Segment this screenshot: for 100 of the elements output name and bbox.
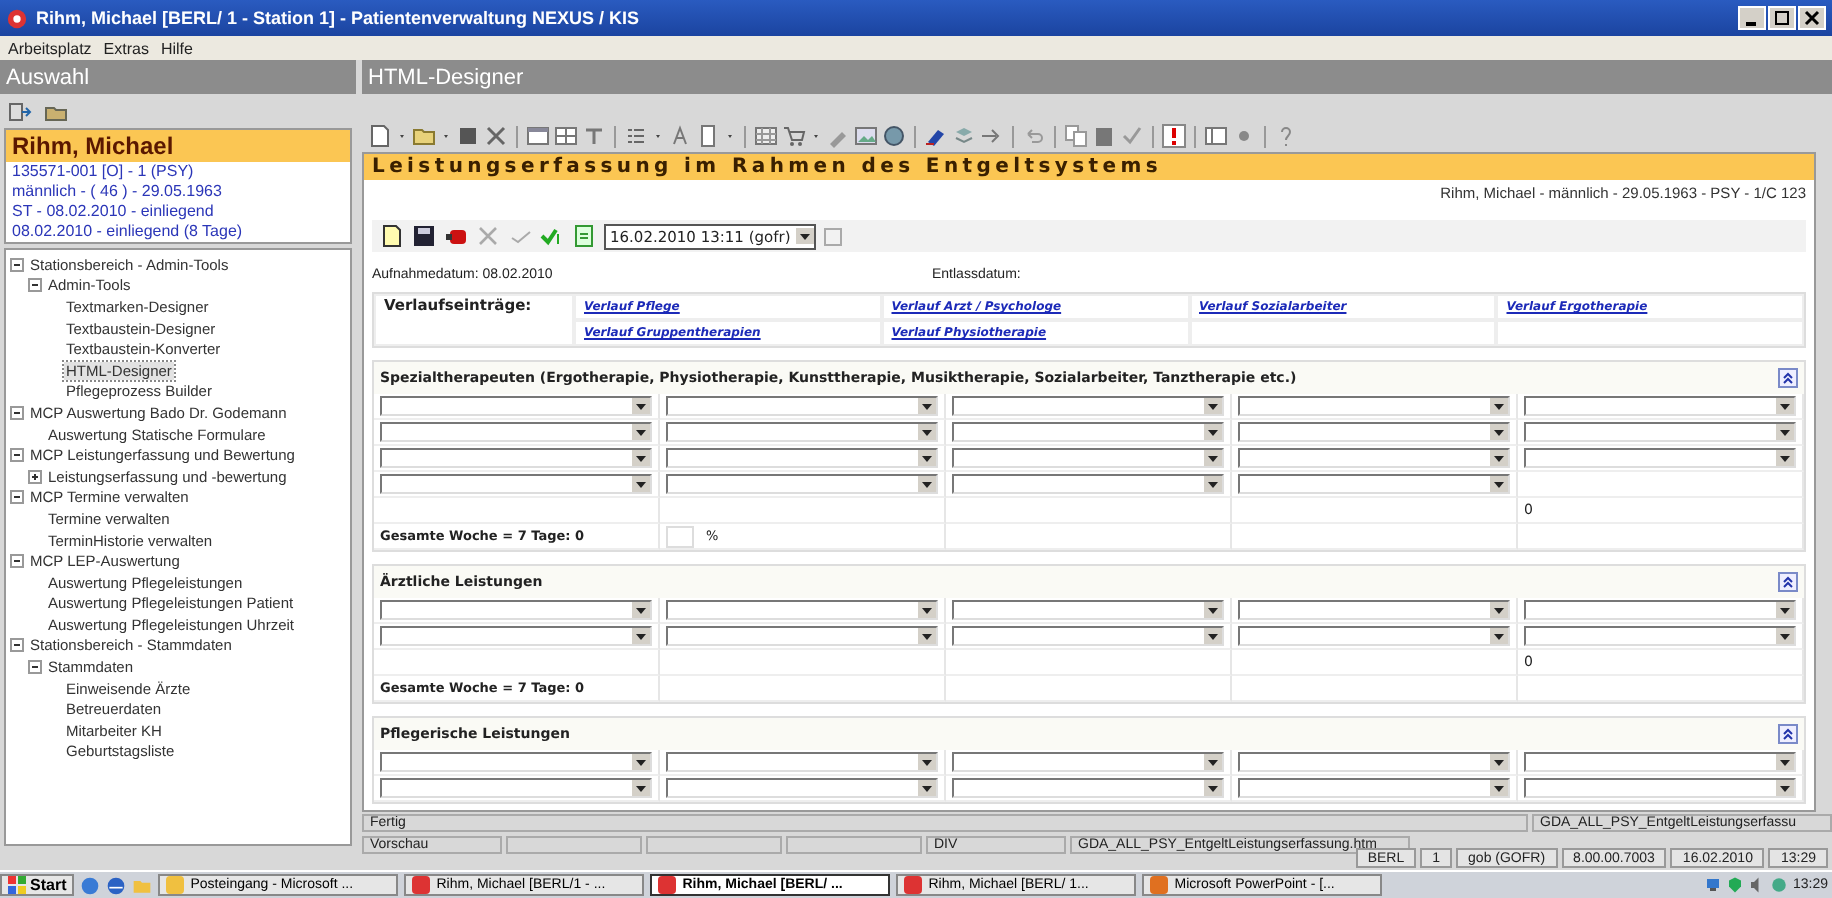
exclamation-icon[interactable] [1162,124,1186,148]
folder-icon[interactable] [412,124,436,148]
check-icon[interactable] [1120,124,1144,148]
collapse-button[interactable] [1778,724,1798,744]
dropdown-field[interactable] [380,626,652,646]
dropdown-field[interactable] [1524,396,1796,416]
collapse-icon[interactable] [10,257,24,272]
menu-item[interactable]: Hilfe [160,39,193,57]
collapse-icon[interactable] [10,638,24,653]
start-button[interactable]: Start [0,874,75,896]
caret-icon [1494,455,1504,461]
check-icon[interactable] [540,224,564,248]
dropdown-field[interactable] [952,626,1224,646]
dropdown-field[interactable] [952,752,1224,772]
collapse-icon[interactable] [10,554,24,569]
list-icon[interactable] [624,124,648,148]
font-icon[interactable] [668,124,692,148]
patient-info: ST - 08.02.2010 - einliegend [10,202,216,222]
document-title: Leistungserfassung im Rahmen des Entgeltsystems [364,154,1814,180]
table-icon[interactable] [554,124,578,148]
caret-icon [922,633,932,639]
dropdown-field[interactable] [1238,752,1510,772]
globe-icon[interactable] [882,124,906,148]
save-icon[interactable] [412,224,436,248]
dropdown-field[interactable] [952,600,1224,620]
expand-icon[interactable] [28,469,42,484]
dropdown-field[interactable] [952,778,1224,798]
text-icon[interactable] [582,124,606,148]
collapse-icon[interactable] [10,448,24,463]
dropdown-field[interactable] [1238,600,1510,620]
panel-icon[interactable] [1204,124,1228,148]
document-icon[interactable] [572,224,596,248]
layers-icon[interactable] [952,124,976,148]
image-icon[interactable] [854,124,878,148]
window-icon[interactable] [526,124,550,148]
page-icon[interactable] [696,124,720,148]
dropdown-field[interactable] [380,474,652,494]
caret-icon [1494,785,1504,791]
flag-icon [8,876,26,894]
dropdown-field[interactable] [1238,422,1510,442]
arrow-icon[interactable] [980,124,1004,148]
checkbox[interactable] [824,227,843,245]
dropdown-field[interactable] [666,600,938,620]
dropdown-field[interactable] [1238,626,1510,646]
menu-item[interactable]: Extras [103,39,149,57]
dropdown-field[interactable] [666,778,938,798]
caret-icon [636,481,646,487]
dropdown-field[interactable] [1524,422,1796,442]
new-document-icon[interactable] [380,224,404,248]
menu-item[interactable]: Arbeitsplatz [8,39,92,57]
dropdown-field[interactable] [1238,778,1510,798]
dropdown-field[interactable] [380,778,652,798]
collapse-icon[interactable] [28,278,42,293]
pen-icon[interactable] [924,124,948,148]
close-icon[interactable] [484,124,508,148]
collapse-button[interactable] [1778,368,1798,388]
dropdown-field[interactable] [1238,396,1510,416]
app-icon [1150,876,1169,894]
dropdown-field[interactable] [666,626,938,646]
close-button[interactable] [1798,6,1826,30]
grid-icon[interactable] [754,124,778,148]
dropdown-field[interactable] [666,422,938,442]
maximize-button[interactable] [1768,6,1796,30]
globe-icon[interactable] [80,875,101,895]
dropdown-field[interactable] [380,600,652,620]
dropdown-field[interactable] [952,422,1224,442]
dropdown-field[interactable] [1524,448,1796,468]
dropdown-field[interactable] [666,752,938,772]
dropdown-field[interactable] [380,422,652,442]
dropdown-field[interactable] [952,448,1224,468]
dropdown-field[interactable] [1524,778,1796,798]
browser-icon[interactable] [106,875,127,895]
dropdown-field[interactable] [1238,448,1510,468]
caret-icon [1780,633,1790,639]
new-document-icon[interactable] [368,124,392,148]
square-icon[interactable] [456,124,480,148]
dropdown-field[interactable] [1524,600,1796,620]
dropdown-field[interactable] [952,396,1224,416]
collapse-icon[interactable] [28,660,42,675]
dropdown-field[interactable] [1238,474,1510,494]
dropdown-field[interactable] [380,396,652,416]
dropdown-field[interactable] [666,396,938,416]
minimize-button[interactable] [1738,6,1766,30]
collapse-button[interactable] [1778,572,1798,592]
cart-icon[interactable] [782,124,806,148]
dropdown-field[interactable] [380,448,652,468]
dropdown-field[interactable] [666,474,938,494]
dropdown-field[interactable] [1524,626,1796,646]
window-title: Rihm, Michael [BERL/ 1 - Station 1] - Patientenverwaltung NEXUS / KIS [36,8,642,28]
dropdown-field[interactable] [952,474,1224,494]
collapse-icon[interactable] [10,405,24,420]
dropdown-field[interactable] [1524,752,1796,772]
dropdown-field[interactable] [666,448,938,468]
copy-icon[interactable] [1064,124,1088,148]
network-icon[interactable] [1704,876,1723,894]
dropdown-field[interactable] [380,752,652,772]
export-icon[interactable] [8,99,32,123]
percent-field[interactable] [666,525,694,547]
collapse-icon[interactable] [10,490,24,505]
caret-icon [1494,429,1504,435]
